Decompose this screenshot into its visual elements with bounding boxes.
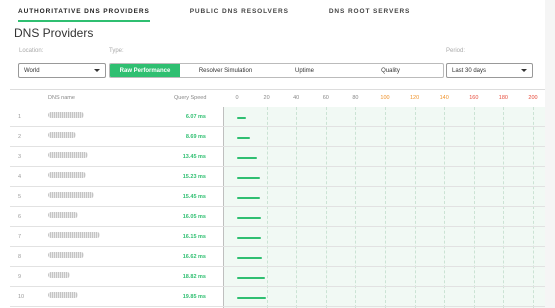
- chevron-down-icon: [94, 69, 100, 72]
- row-rank: 5: [18, 194, 22, 200]
- speed-bar: [237, 157, 257, 159]
- dns-name-blurred[interactable]: [48, 292, 78, 298]
- dns-name-blurred[interactable]: [48, 152, 88, 158]
- query-speed-value: 13.45 ms: [182, 154, 206, 160]
- query-speed-value: 8.69 ms: [185, 134, 206, 140]
- period-select[interactable]: Last 30 days: [446, 63, 533, 78]
- speed-bar: [237, 137, 250, 139]
- period-value: Last 30 days: [452, 68, 487, 74]
- table-row[interactable]: 7 16.15 ms: [10, 227, 545, 247]
- page-title: DNS Providers: [14, 26, 94, 40]
- row-rank: 3: [18, 154, 22, 160]
- axis-tick-label: 160: [469, 95, 479, 101]
- axis-tick-label: 200: [528, 95, 538, 101]
- row-rank: 1: [18, 114, 22, 120]
- divider: [10, 89, 545, 90]
- location-select[interactable]: World: [18, 63, 106, 78]
- speed-bar: [237, 237, 261, 239]
- speed-bar: [237, 257, 262, 259]
- period-label: Period:: [446, 48, 466, 54]
- query-speed-value: 15.45 ms: [182, 194, 206, 200]
- query-speed-value: 16.05 ms: [182, 214, 206, 220]
- table-row[interactable]: 2 8.69 ms: [10, 127, 545, 147]
- axis-tick-label: 100: [380, 95, 390, 101]
- axis-tick-label: 80: [352, 95, 359, 101]
- dns-name-blurred[interactable]: [48, 172, 86, 178]
- query-speed-value: 19.85 ms: [182, 294, 206, 300]
- query-speed-value: 15.23 ms: [182, 174, 206, 180]
- column-header-query-speed: Query Speed: [174, 95, 207, 101]
- table-row[interactable]: 9 18.82 ms: [10, 267, 545, 287]
- type-segmented-control: Raw Performance Resolver Simulation Upti…: [109, 63, 444, 78]
- type-resolver-simulation[interactable]: Resolver Simulation: [180, 64, 271, 77]
- query-speed-value: 18.82 ms: [182, 274, 206, 280]
- tab-authoritative-dns[interactable]: AUTHORITATIVE DNS PROVIDERS: [18, 0, 150, 22]
- row-rank: 9: [18, 274, 22, 280]
- dns-name-blurred[interactable]: [48, 192, 94, 198]
- dns-name-blurred[interactable]: [48, 272, 70, 278]
- speed-bar: [237, 177, 260, 179]
- table-row[interactable]: 8 16.62 ms: [10, 247, 545, 267]
- query-speed-value: 16.15 ms: [182, 234, 206, 240]
- axis-tick-label: 60: [322, 95, 329, 101]
- table-row[interactable]: 6 16.05 ms: [10, 207, 545, 227]
- row-rank: 8: [18, 254, 22, 260]
- table-row[interactable]: 1 6.07 ms: [10, 107, 545, 127]
- row-rank: 2: [18, 134, 22, 140]
- axis-tick-label: 120: [410, 95, 420, 101]
- chevron-down-icon: [521, 69, 527, 72]
- query-speed-value: 16.62 ms: [182, 254, 206, 260]
- table-row[interactable]: 3 13.45 ms: [10, 147, 545, 167]
- axis-tick-label: 40: [293, 95, 300, 101]
- dns-name-blurred[interactable]: [48, 232, 100, 238]
- table-row[interactable]: 5 15.45 ms: [10, 187, 545, 207]
- row-rank: 6: [18, 214, 22, 220]
- row-rank: 10: [18, 294, 25, 300]
- column-header-dns-name: DNS name: [48, 95, 75, 101]
- axis-tick-label: 180: [498, 95, 508, 101]
- dns-name-blurred[interactable]: [48, 132, 76, 138]
- provider-tabs: AUTHORITATIVE DNS PROVIDERS PUBLIC DNS R…: [18, 0, 450, 22]
- location-value: World: [24, 68, 40, 74]
- scrollbar-track[interactable]: [545, 0, 555, 308]
- axis-tick-label: 140: [439, 95, 449, 101]
- dns-name-blurred[interactable]: [48, 112, 84, 118]
- speed-bar: [237, 197, 260, 199]
- type-raw-performance[interactable]: Raw Performance: [110, 64, 180, 77]
- query-speed-value: 6.07 ms: [185, 114, 206, 120]
- row-rank: 7: [18, 234, 22, 240]
- location-label: Location:: [19, 48, 44, 54]
- axis-tick-label: 0: [235, 95, 239, 101]
- row-rank: 4: [18, 174, 22, 180]
- dns-name-blurred[interactable]: [48, 212, 78, 218]
- type-label: Type:: [109, 48, 124, 54]
- table-row[interactable]: 10 19.85 ms: [10, 287, 545, 307]
- speed-bar: [237, 217, 261, 219]
- dns-name-blurred[interactable]: [48, 252, 84, 258]
- speed-bar: [237, 277, 265, 279]
- table-row[interactable]: 4 15.23 ms: [10, 167, 545, 187]
- type-quality[interactable]: Quality: [338, 64, 443, 77]
- speed-bar: [237, 117, 246, 119]
- speed-bar: [237, 297, 267, 299]
- type-uptime[interactable]: Uptime: [271, 64, 338, 77]
- axis-tick-label: 20: [263, 95, 270, 101]
- tab-dns-root-servers[interactable]: DNS ROOT SERVERS: [329, 0, 410, 22]
- tab-public-dns-resolvers[interactable]: PUBLIC DNS RESOLVERS: [190, 0, 289, 22]
